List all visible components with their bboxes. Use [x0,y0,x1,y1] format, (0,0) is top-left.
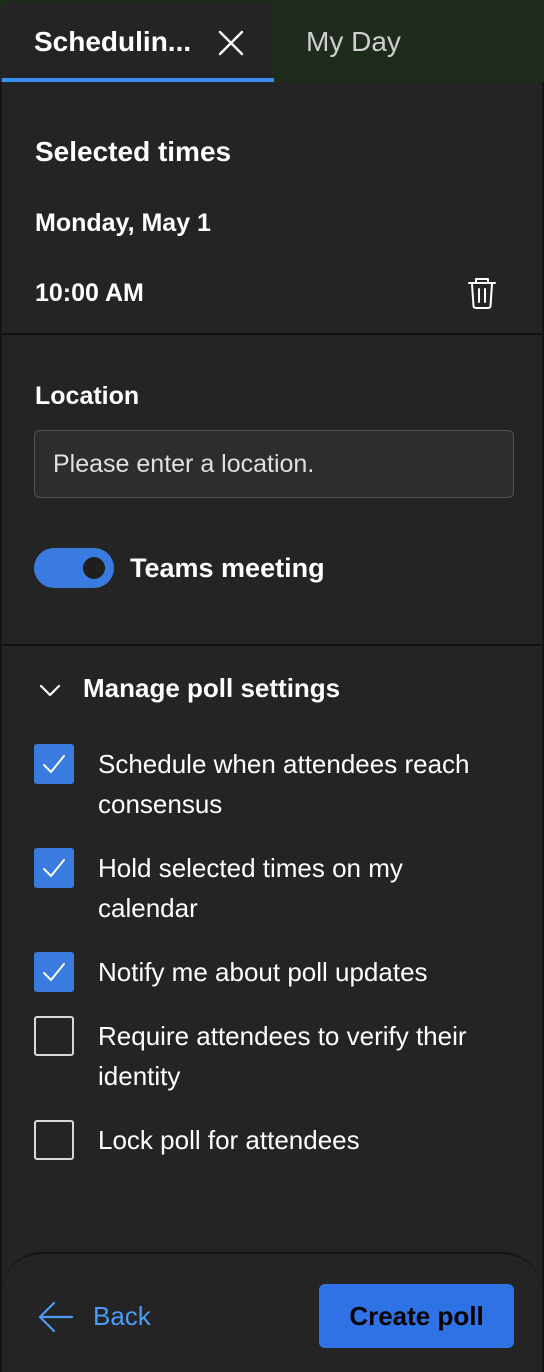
check-icon [43,963,65,981]
pane-border-left [0,82,2,1372]
checkbox-verify-identity[interactable] [34,1016,74,1056]
option-label-hold-times: Hold selected times on my calendar [98,853,403,923]
section-divider [2,333,542,335]
option-label-notify-updates: Notify me about poll updates [98,957,428,987]
teams-meeting-toggle[interactable] [34,548,114,588]
scheduling-poll-pane: Schedulin... My Day Selected times Monda… [0,0,544,1372]
toggle-knob [83,557,105,579]
check-icon [43,859,65,877]
manage-poll-settings-toggle[interactable]: Manage poll settings [83,673,340,704]
back-button[interactable]: Back [38,1298,158,1338]
selected-time: 10:00 AM [35,279,144,307]
teams-meeting-label: Teams meeting [130,553,325,583]
selected-times-title: Selected times [35,136,232,167]
arrow-left-icon [38,1300,74,1339]
checkbox-schedule-consensus[interactable] [34,744,74,784]
close-icon[interactable] [216,28,246,58]
tab-bar: Schedulin... My Day [0,0,544,82]
option-label-lock-poll: Lock poll for attendees [98,1125,360,1155]
tab-scheduling[interactable]: Schedulin... [2,2,274,82]
section-divider [2,644,542,646]
tab-my-day[interactable]: My Day [306,26,401,58]
option-label-schedule-consensus: Schedule when attendees reach consensus [98,749,470,819]
checkbox-hold-times[interactable] [34,848,74,888]
location-title: Location [35,382,140,410]
create-poll-button[interactable]: Create poll [319,1284,514,1348]
tab-scheduling-label: Schedulin... [34,26,192,57]
trash-icon[interactable] [466,276,498,310]
location-input[interactable] [34,430,514,498]
tab-active-indicator [2,78,274,82]
checkbox-notify-updates[interactable] [34,952,74,992]
checkbox-lock-poll[interactable] [34,1120,74,1160]
selected-date: Monday, May 1 [35,209,211,237]
option-label-verify-identity: Require attendees to verify their identi… [98,1021,467,1091]
chevron-down-icon[interactable] [38,678,62,702]
back-label: Back [93,1301,151,1331]
check-icon [43,755,65,773]
